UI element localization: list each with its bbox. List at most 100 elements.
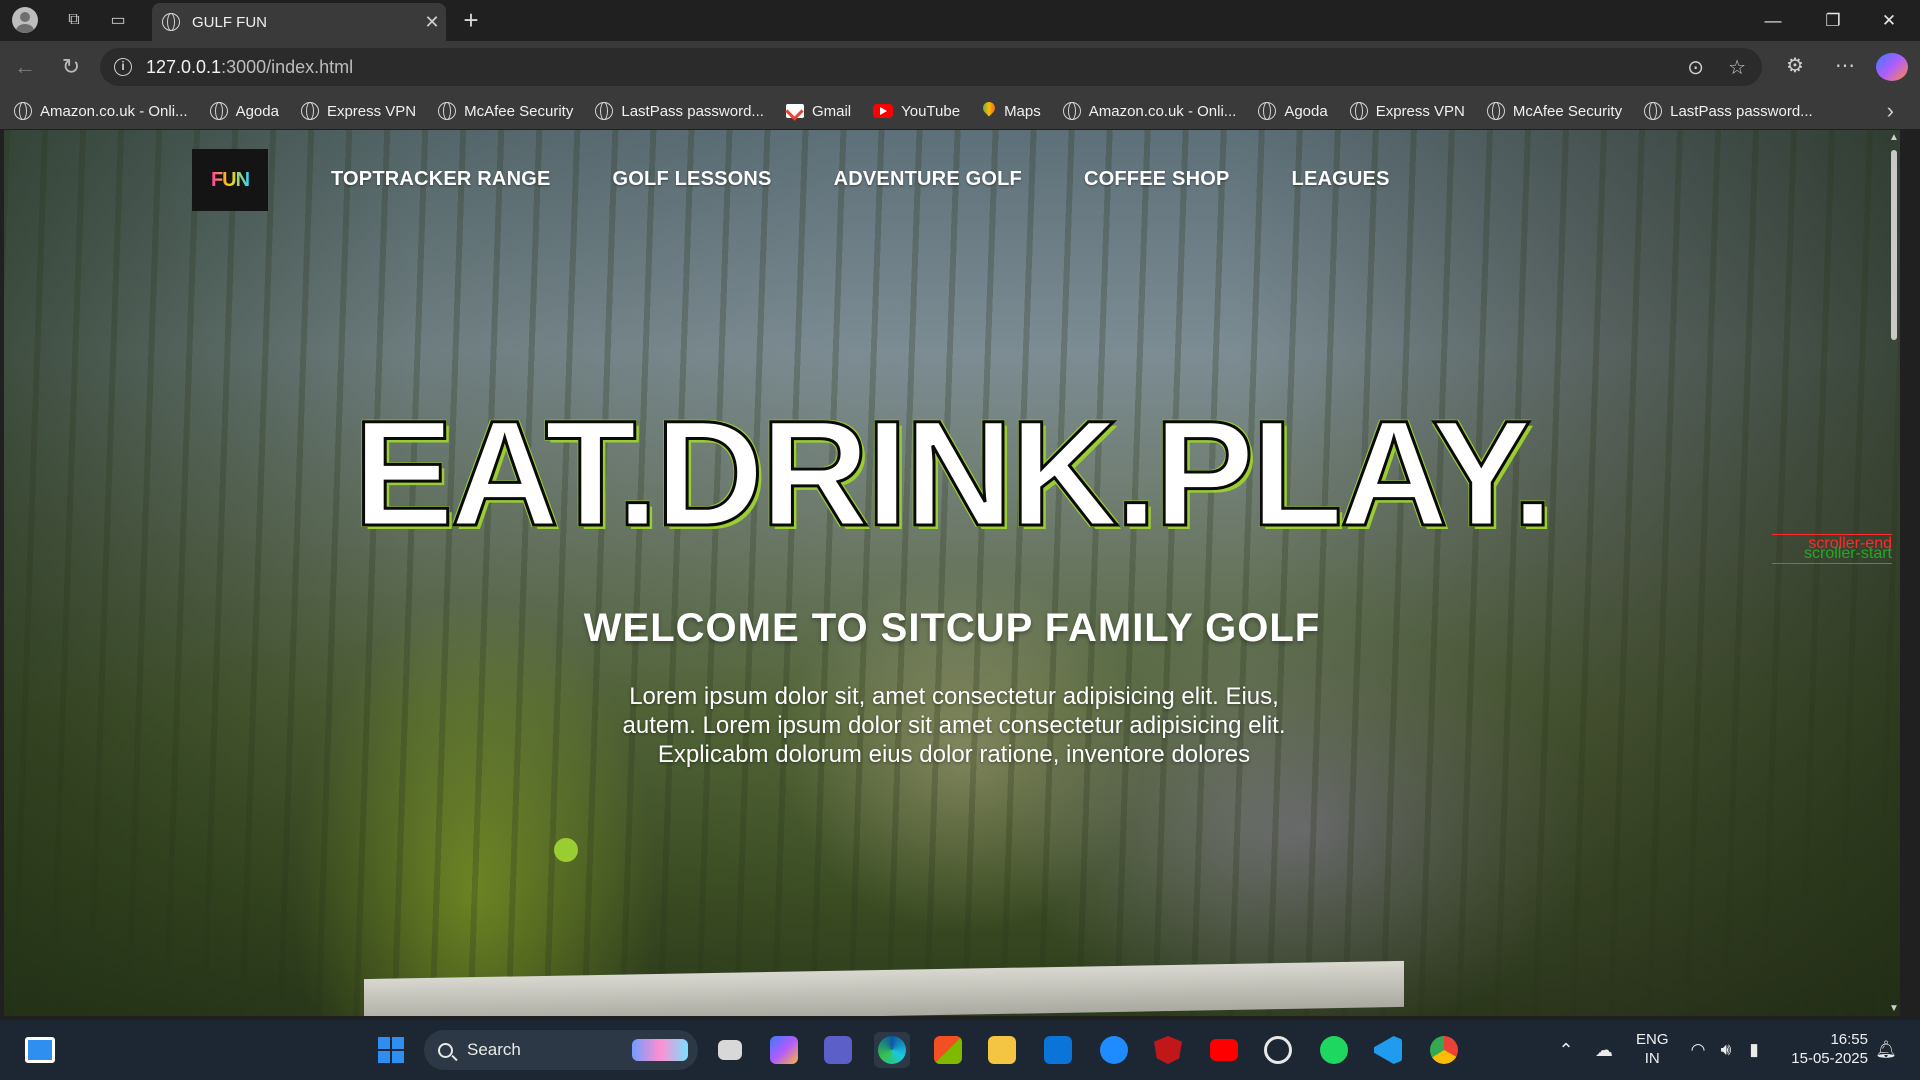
- minimize-icon[interactable]: —: [1750, 8, 1796, 34]
- bookmark-label: McAfee Security: [1512, 102, 1623, 120]
- maps-icon: [982, 102, 996, 120]
- bookmark-item[interactable]: LastPass password...: [1644, 102, 1813, 120]
- tab-title: GULF FUN: [192, 13, 267, 31]
- bookmark-label: Amazon.co.uk - Onli...: [1088, 102, 1237, 120]
- widgets-icon[interactable]: [22, 1032, 58, 1068]
- main-nav: TOPTRACKER RANGE GOLF LESSONS ADVENTURE …: [331, 168, 1390, 191]
- bookmark-item[interactable]: Agoda: [209, 102, 279, 120]
- globe-icon: [162, 13, 180, 31]
- language-indicator[interactable]: ENG IN: [1636, 1030, 1669, 1068]
- globe-icon: [209, 102, 228, 120]
- bookmark-label: LastPass password...: [621, 102, 764, 120]
- site-info-icon[interactable]: i: [114, 58, 132, 76]
- chrome-icon[interactable]: [1426, 1032, 1462, 1068]
- task-view-icon[interactable]: [712, 1032, 748, 1068]
- more-menu-icon[interactable]: ⋯: [1830, 53, 1860, 78]
- url-text[interactable]: 127.0.0.1:3000/index.html: [146, 57, 353, 78]
- tab-actions-icon[interactable]: ▭: [102, 6, 134, 34]
- taskbar-search-box[interactable]: Search: [424, 1030, 698, 1070]
- nav-golf-lessons[interactable]: GOLF LESSONS: [613, 168, 772, 191]
- reader-mode-icon[interactable]: ⊙: [1687, 55, 1704, 80]
- browser-toolbar: ← ↻ i 127.0.0.1:3000/index.html ⊙ ☆ ⚙ ⋯: [0, 41, 1920, 93]
- bookmark-label: McAfee Security: [464, 102, 574, 120]
- bookmark-item[interactable]: Express VPN: [300, 102, 417, 120]
- myhp-icon[interactable]: [1040, 1032, 1076, 1068]
- help-icon[interactable]: [1096, 1032, 1132, 1068]
- bookmark-label: Express VPN: [326, 102, 417, 120]
- globe-icon: [595, 102, 614, 120]
- globe-icon: [1486, 102, 1505, 120]
- hero-photo-bench: [364, 960, 1404, 1016]
- youtube-app-icon[interactable]: [1206, 1032, 1242, 1068]
- tab-active[interactable]: GULF FUN ✕: [152, 3, 446, 41]
- bookmark-item[interactable]: LastPass password...: [595, 102, 764, 120]
- scroll-down-icon[interactable]: ▼: [1889, 1003, 1899, 1014]
- bookmark-item[interactable]: McAfee Security: [438, 102, 573, 120]
- tab-strip: ⧉ ▭ GULF FUN ✕ + — ❐ ✕: [0, 0, 1920, 41]
- file-explorer-icon[interactable]: [984, 1032, 1020, 1068]
- tray-chevron-up-icon[interactable]: ⌃: [1548, 1032, 1584, 1068]
- profile-icon[interactable]: [8, 6, 42, 34]
- page-scrollbar[interactable]: ▲ ▼: [1888, 130, 1900, 1016]
- bookmark-item[interactable]: YouTube: [873, 103, 960, 120]
- hero-welcome: WELCOME TO SITCUP FAMILY GOLF: [583, 606, 1321, 650]
- nav-adventure-golf[interactable]: ADVENTURE GOLF: [834, 168, 1022, 191]
- extensions-icon[interactable]: ⚙: [1780, 53, 1810, 78]
- store-icon[interactable]: [930, 1032, 966, 1068]
- bookmark-item[interactable]: Maps: [982, 102, 1041, 120]
- address-bar[interactable]: i 127.0.0.1:3000/index.html ⊙ ☆: [100, 48, 1762, 86]
- taskbar: Search ⌃ ☁ ENG IN ◠ 🔊︎ ▮ 16:55 15-05-202…: [0, 1020, 1920, 1080]
- bookmark-item[interactable]: Amazon.co.uk - Onli...: [1062, 102, 1237, 120]
- teams-icon[interactable]: [820, 1032, 856, 1068]
- bookmark-label: Express VPN: [1375, 102, 1465, 120]
- bookmark-label: LastPass password...: [1670, 102, 1813, 120]
- bookmark-label: Agoda: [235, 102, 279, 120]
- mcafee-icon[interactable]: [1150, 1032, 1186, 1068]
- globe-icon: [1349, 102, 1368, 120]
- spotify-icon[interactable]: [1316, 1032, 1352, 1068]
- copilot-app-icon[interactable]: [766, 1032, 802, 1068]
- copilot-icon[interactable]: [1876, 53, 1908, 81]
- battery-icon[interactable]: ▮: [1736, 1032, 1772, 1068]
- chatgpt-icon[interactable]: [1260, 1032, 1296, 1068]
- window-close-icon[interactable]: ✕: [1866, 8, 1912, 34]
- nav-coffee-shop[interactable]: COFFEE SHOP: [1084, 168, 1230, 191]
- workspaces-icon[interactable]: ⧉: [58, 6, 90, 34]
- page-hero: FUN TOPTRACKER RANGE GOLF LESSONS ADVENT…: [4, 130, 1900, 1016]
- scroll-up-icon[interactable]: ▲: [1889, 132, 1899, 143]
- close-tab-icon[interactable]: ✕: [418, 12, 446, 33]
- bookmark-label: Agoda: [1284, 102, 1328, 120]
- hero-description: Lorem ipsum dolor sit, amet consectetur …: [622, 683, 1286, 768]
- bookmark-item[interactable]: Gmail: [785, 102, 852, 120]
- scrollbar-thumb[interactable]: [1891, 150, 1897, 340]
- globe-icon: [300, 102, 319, 120]
- search-icon: [438, 1042, 453, 1058]
- reload-icon[interactable]: ↻: [56, 53, 86, 81]
- new-tab-button[interactable]: +: [456, 6, 486, 34]
- cursor-dot: [554, 838, 578, 862]
- favorite-star-icon[interactable]: ☆: [1728, 55, 1746, 80]
- youtube-icon: [873, 104, 894, 118]
- globe-icon: [1644, 102, 1663, 120]
- start-windows-icon[interactable]: [373, 1032, 409, 1068]
- bookmarks-more-chevron-icon[interactable]: ›: [1887, 98, 1894, 124]
- bookmark-item[interactable]: Amazon.co.uk - Onli...: [14, 102, 188, 120]
- bookmark-label: Maps: [1004, 102, 1041, 120]
- vscode-icon[interactable]: [1370, 1032, 1406, 1068]
- restore-icon[interactable]: ❐: [1810, 8, 1856, 34]
- notification-bell-icon[interactable]: 🔔︎: [1868, 1032, 1904, 1068]
- nav-leagues[interactable]: LEAGUES: [1292, 168, 1390, 191]
- nav-toptracker-range[interactable]: TOPTRACKER RANGE: [331, 168, 551, 191]
- bookmarks-bar: Amazon.co.uk - Onli... Agoda Express VPN Mc…: [0, 93, 1920, 129]
- onedrive-icon[interactable]: ☁: [1586, 1032, 1622, 1068]
- system-clock[interactable]: 16:55 15-05-2025: [1791, 1030, 1868, 1068]
- scroller-start-marker: scroller-start: [1772, 545, 1892, 564]
- bookmark-item[interactable]: Agoda: [1258, 102, 1328, 120]
- bookmark-label: Gmail: [811, 102, 852, 120]
- edge-icon[interactable]: [874, 1032, 910, 1068]
- bookmark-item[interactable]: McAfee Security: [1486, 102, 1623, 120]
- bookmark-item[interactable]: Express VPN: [1349, 102, 1465, 120]
- back-icon[interactable]: ←: [10, 53, 40, 81]
- site-logo[interactable]: FUN: [192, 149, 268, 211]
- search-highlight-icon: [632, 1039, 688, 1061]
